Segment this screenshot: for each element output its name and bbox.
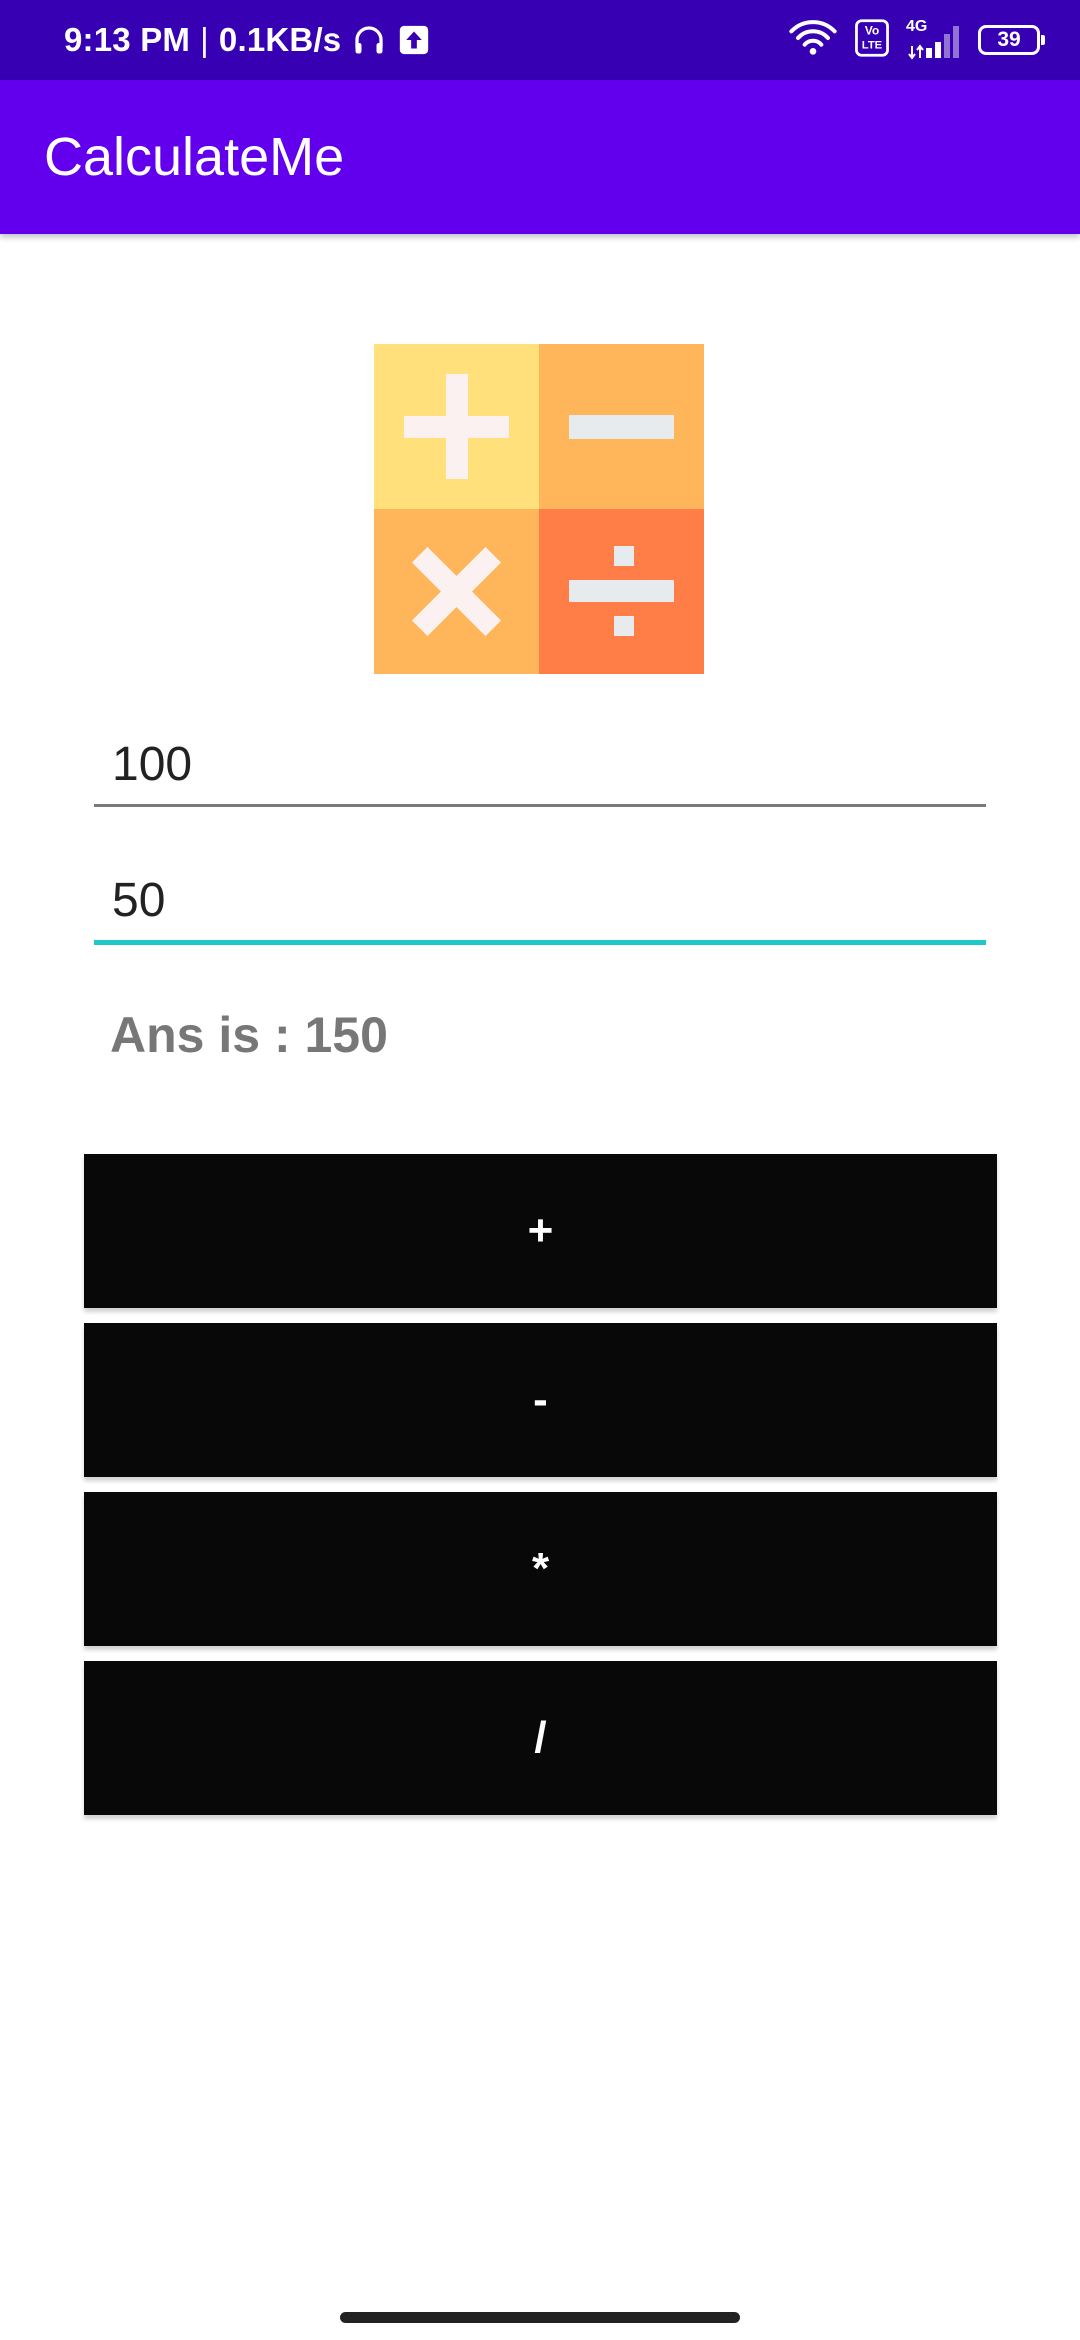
gesture-nav-handle[interactable] <box>340 2312 740 2323</box>
upload-icon <box>397 23 431 57</box>
second-number-field[interactable] <box>94 860 986 945</box>
battery-icon: 39 <box>978 25 1045 55</box>
volte-icon: Vo LTE <box>854 18 890 62</box>
multiply-button[interactable]: * <box>84 1492 997 1646</box>
first-number-input[interactable] <box>94 724 986 804</box>
app-bar: CalculateMe <box>0 80 1080 234</box>
second-number-input[interactable] <box>94 860 986 940</box>
svg-text:LTE: LTE <box>862 39 883 51</box>
divide-button[interactable]: / <box>84 1661 997 1815</box>
status-right: Vo LTE 4G 39 <box>788 0 1045 80</box>
subtract-button[interactable]: - <box>84 1323 997 1477</box>
signal-icon: 4G <box>906 18 962 60</box>
status-time: 9:13 PM <box>64 21 191 58</box>
app-title: CalculateMe <box>44 127 345 187</box>
svg-text:Vo: Vo <box>865 23 880 37</box>
calculator-logo-icon <box>374 344 704 674</box>
status-left: 9:13 PM | 0.1KB/s <box>64 0 431 80</box>
first-number-field[interactable] <box>94 724 986 807</box>
add-button[interactable]: + <box>84 1154 997 1308</box>
battery-level: 39 <box>997 28 1021 51</box>
status-bar: 9:13 PM | 0.1KB/s Vo LTE 4G 39 <box>0 0 1080 80</box>
status-separator: | <box>200 21 209 58</box>
status-net-speed: 0.1KB/s <box>218 21 342 58</box>
answer-text: Ans is : 150 <box>110 1007 388 1063</box>
wifi-icon <box>788 18 838 63</box>
headphones-icon <box>351 22 387 58</box>
